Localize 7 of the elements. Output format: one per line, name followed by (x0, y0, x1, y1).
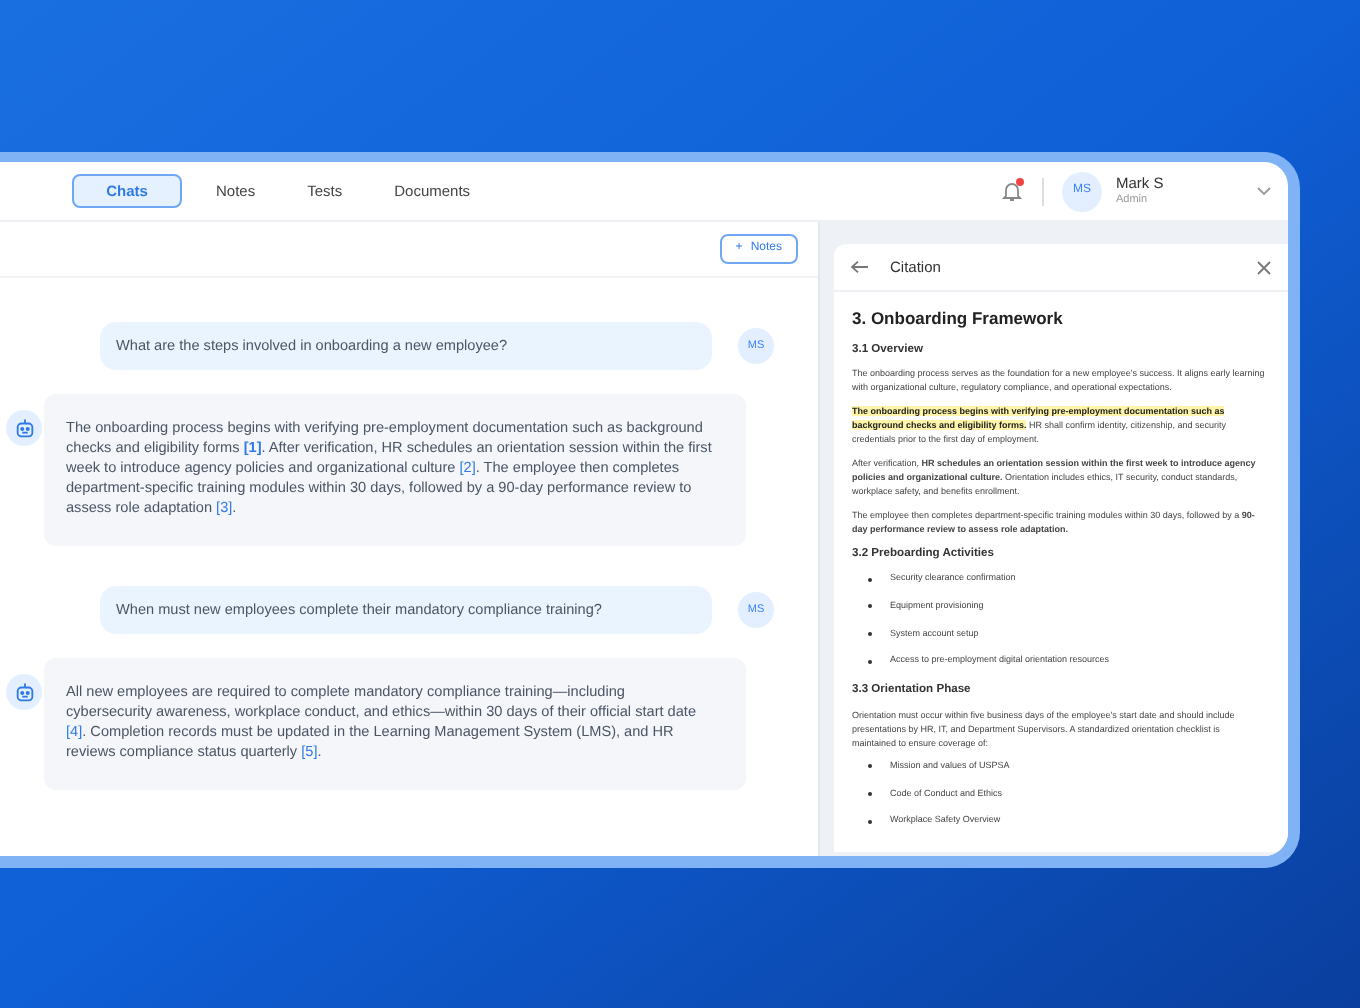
robot-icon (13, 681, 35, 703)
chevron-down-icon[interactable] (1256, 186, 1272, 196)
back-arrow-icon[interactable] (850, 260, 870, 274)
bell-icon[interactable] (1002, 180, 1022, 202)
document-heading: 3. Onboarding Framework (852, 306, 1065, 332)
close-icon[interactable] (1256, 259, 1272, 275)
robot-icon (13, 417, 35, 439)
